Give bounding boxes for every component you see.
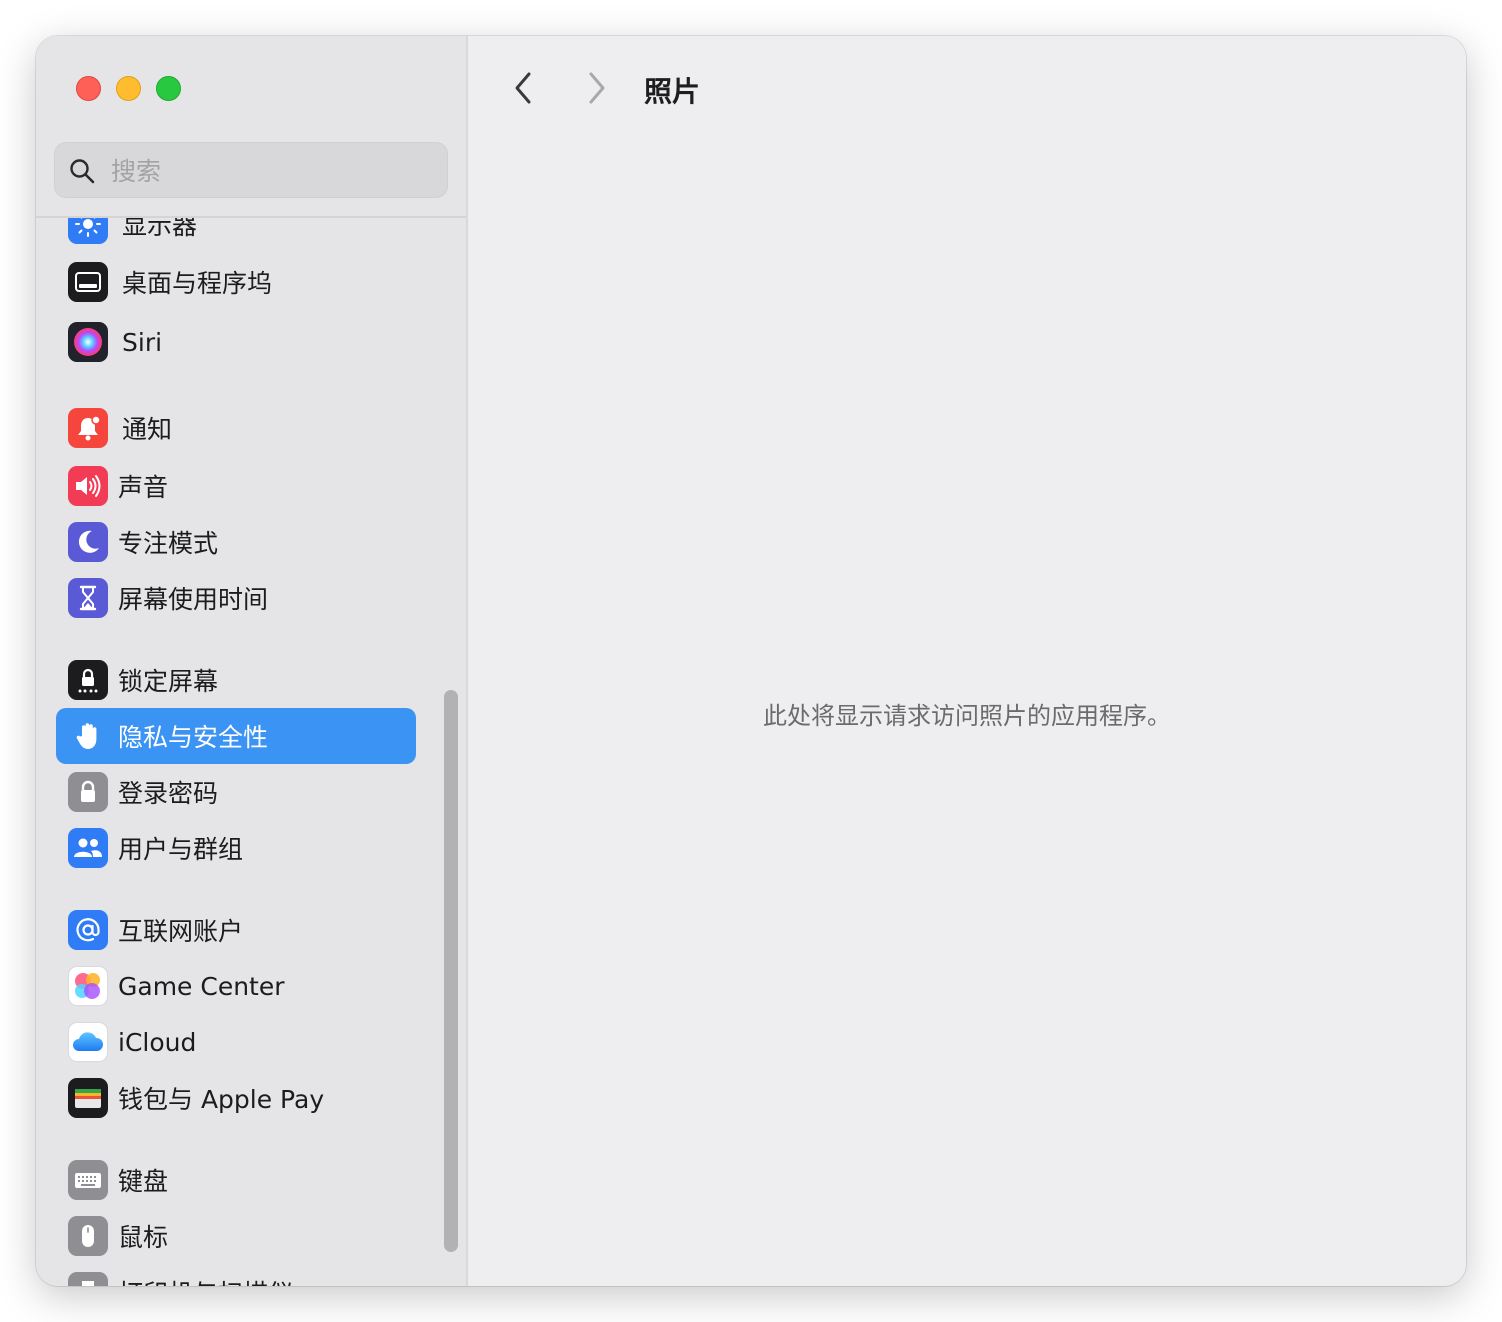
content-pane: 照片 此处将显示请求访问照片的应用程序。 xyxy=(468,36,1466,1286)
hourglass-icon xyxy=(68,578,108,618)
sidebar-item-label: 显示器 xyxy=(122,218,198,240)
sidebar-item-screen-time[interactable]: 屏幕使用时间 xyxy=(56,570,416,626)
dock-icon xyxy=(68,262,108,302)
empty-state-message: 此处将显示请求访问照片的应用程序。 xyxy=(763,702,1171,730)
users-icon xyxy=(68,828,108,868)
sidebar-item-displays[interactable]: 显示器 xyxy=(56,218,416,252)
hand-icon xyxy=(68,716,108,756)
sidebar-list: 显示器 桌面与程序坞 Siri 通知 声音 专注模式 屏幕使用时间 锁定屏幕 隐… xyxy=(36,218,466,1286)
wallet-icon xyxy=(68,1078,108,1118)
sidebar-item-label: 鼠标 xyxy=(118,1223,169,1252)
sidebar-item-login-password[interactable]: 登录密码 xyxy=(56,764,416,820)
at-icon xyxy=(68,910,108,950)
lock-icon xyxy=(68,772,108,812)
game-center-icon xyxy=(68,966,108,1006)
sidebar-item-label: Siri xyxy=(122,327,163,357)
printer-icon xyxy=(68,1272,108,1286)
chevron-right-icon xyxy=(589,72,605,104)
back-button[interactable] xyxy=(504,68,544,108)
sidebar-item-sound[interactable]: 声音 xyxy=(56,458,416,514)
sidebar-item-printers-scanners[interactable]: 打印机与扫描仪 xyxy=(56,1264,416,1286)
search-icon xyxy=(70,159,95,184)
cloud-icon xyxy=(68,1022,108,1062)
minimize-button[interactable] xyxy=(116,76,141,101)
sidebar-item-label: 互联网账户 xyxy=(118,917,244,946)
mouse-icon xyxy=(68,1216,108,1256)
settings-window: 显示器 桌面与程序坞 xyxy=(36,36,1466,1286)
sidebar-item-siri[interactable]: Siri xyxy=(56,314,416,370)
sidebar-item-label: 登录密码 xyxy=(118,779,219,808)
sidebar-item-desktop-dock[interactable]: 桌面与程序坞 xyxy=(56,254,416,310)
sidebar-item-label: Game Center xyxy=(118,971,285,1001)
sidebar-item-lock-screen[interactable]: 锁定屏幕 xyxy=(56,652,416,708)
sidebar-item-privacy-security[interactable]: 隐私与安全性 xyxy=(56,708,416,764)
sidebar-item-wallet-apple-pay[interactable]: 钱包与 Apple Pay xyxy=(56,1070,416,1126)
close-button[interactable] xyxy=(76,76,101,101)
sidebar-item-icloud[interactable]: iCloud xyxy=(56,1014,416,1070)
sidebar-item-label: 专注模式 xyxy=(118,529,219,558)
sidebar-item-label: 屏幕使用时间 xyxy=(118,585,269,614)
sidebar-item-label: 打印机与扫描仪 xyxy=(118,1274,293,1286)
zoom-button[interactable] xyxy=(156,76,181,101)
page-title: 照片 xyxy=(644,75,701,108)
search-input[interactable] xyxy=(109,151,433,191)
sidebar-item-focus[interactable]: 专注模式 xyxy=(56,514,416,570)
sidebar: 显示器 桌面与程序坞 xyxy=(36,36,468,1286)
sidebar-item-label: 用户与群组 xyxy=(118,835,244,864)
sidebar-item-label: 通知 xyxy=(122,415,173,444)
sidebar-item-game-center[interactable]: Game Center xyxy=(56,958,416,1014)
siri-icon xyxy=(68,322,108,362)
moon-icon xyxy=(68,522,108,562)
forward-button[interactable] xyxy=(576,68,616,108)
display-icon xyxy=(68,218,108,244)
chevron-left-icon xyxy=(515,72,531,104)
sidebar-item-users-groups[interactable]: 用户与群组 xyxy=(56,820,416,876)
sidebar-item-label: 锁定屏幕 xyxy=(118,667,219,696)
sidebar-item-internet-accounts[interactable]: 互联网账户 xyxy=(56,902,416,958)
sidebar-item-label: iCloud xyxy=(118,1027,197,1057)
sidebar-item-keyboard[interactable]: 键盘 xyxy=(56,1152,416,1208)
lock-screen-icon xyxy=(68,660,108,700)
bell-icon xyxy=(68,408,108,448)
sidebar-item-label: 隐私与安全性 xyxy=(118,723,269,752)
sidebar-item-label: 键盘 xyxy=(118,1167,169,1196)
sidebar-item-label: 钱包与 Apple Pay xyxy=(118,1085,325,1114)
sidebar-item-notifications[interactable]: 通知 xyxy=(56,400,416,456)
window-controls xyxy=(76,76,181,101)
search-field[interactable] xyxy=(54,142,448,198)
sidebar-item-label: 声音 xyxy=(118,473,169,502)
keyboard-icon xyxy=(68,1160,108,1200)
sidebar-scrollbar[interactable] xyxy=(444,690,458,1252)
sidebar-item-label: 桌面与程序坞 xyxy=(122,269,273,298)
sidebar-item-mouse[interactable]: 鼠标 xyxy=(56,1208,416,1264)
speaker-icon xyxy=(68,466,108,506)
